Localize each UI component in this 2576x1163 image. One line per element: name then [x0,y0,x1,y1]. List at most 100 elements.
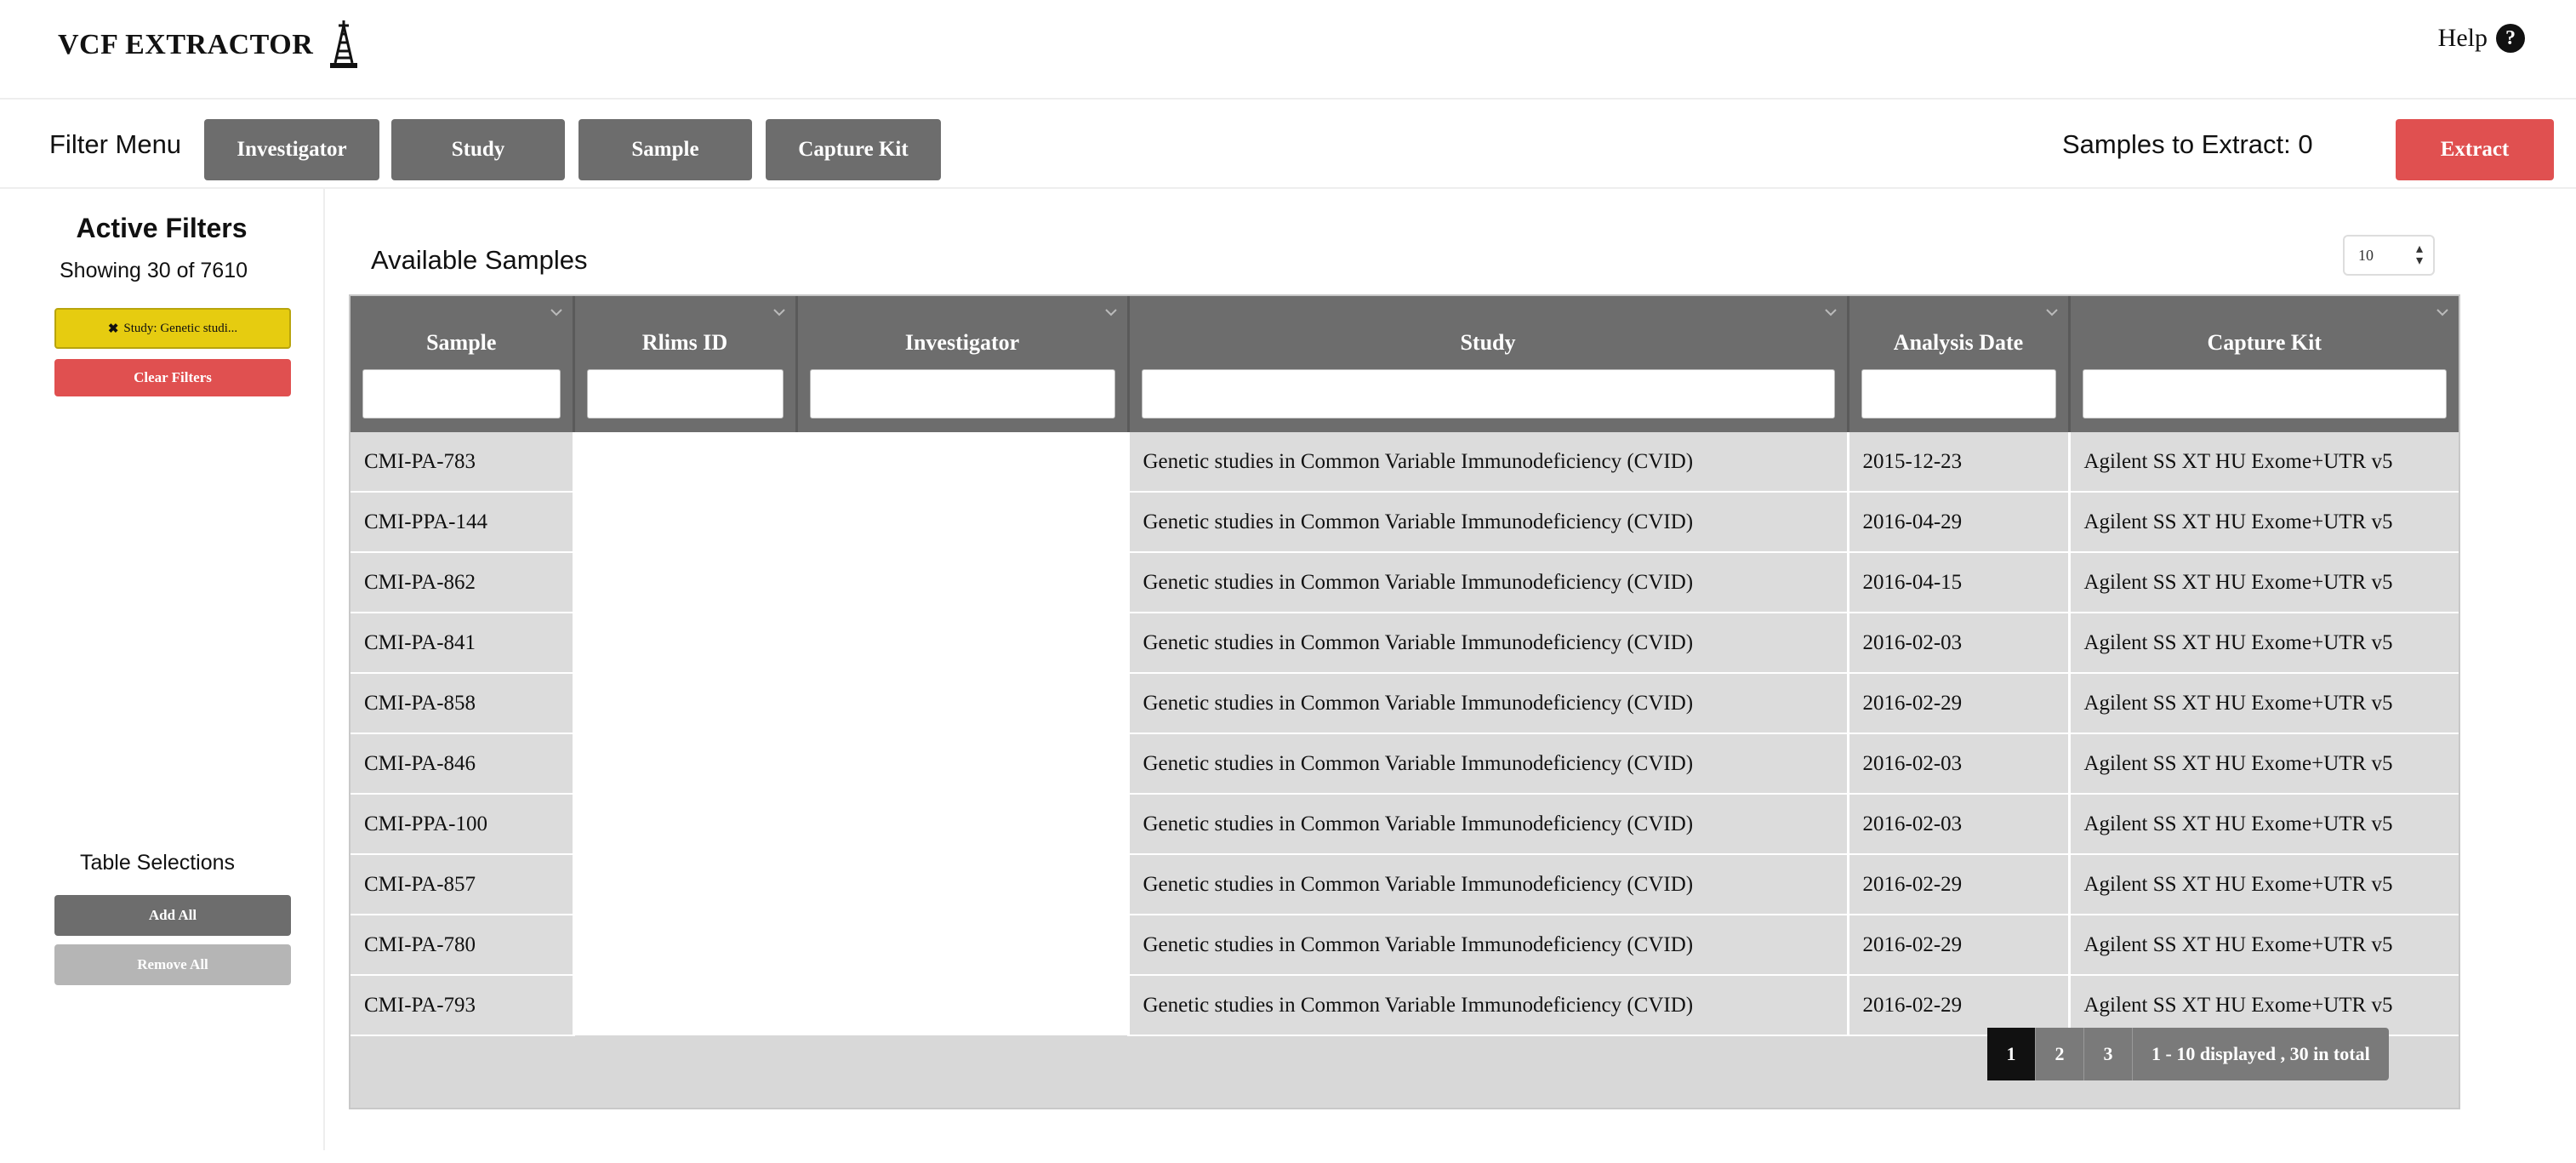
column-rlims-id[interactable]: Rlims ID [573,296,798,432]
cell-study: Genetic studies in Common Variable Immun… [1128,854,1849,915]
help-link[interactable]: Help ? [2438,24,2525,53]
cell-capture-kit: Agilent SS XT HU Exome+UTR v5 [2069,432,2459,493]
clear-filters-button[interactable]: Clear Filters [54,359,291,396]
cell-investigator [796,854,1130,915]
cell-sample: CMI-PA-793 [350,975,575,1036]
column-label: Analysis Date [1893,330,2024,355]
select-arrows-icon: ▴ ▾ [2415,242,2423,268]
column-sample[interactable]: Sample [350,296,575,432]
table-row[interactable]: CMI-PA-841 Genetic studies in Common Var… [350,613,2459,674]
table-row[interactable]: CMI-PA-793 Genetic studies in Common Var… [350,975,2459,1036]
table-row[interactable]: CMI-PA-780 Genetic studies in Common Var… [350,915,2459,976]
column-label: Study [1460,330,1516,355]
capture-kit-filter-input[interactable] [2082,369,2447,419]
available-samples-title: Available Samples [371,245,588,275]
cell-sample: CMI-PA-857 [350,854,575,915]
cell-capture-kit: Agilent SS XT HU Exome+UTR v5 [2069,975,2459,1036]
cell-analysis-date: 2016-02-29 [1848,915,2071,976]
sort-chevron-icon[interactable] [550,306,562,318]
table-row[interactable]: CMI-PPA-144 Genetic studies in Common Va… [350,492,2459,553]
cell-capture-kit: Agilent SS XT HU Exome+UTR v5 [2069,854,2459,915]
table-selections-title: Table Selections [79,851,236,875]
extract-button[interactable]: Extract [2396,119,2554,180]
cell-study: Genetic studies in Common Variable Immun… [1128,552,1849,613]
study-filter-input[interactable] [1141,369,1835,419]
cell-sample: CMI-PPA-100 [350,794,575,855]
cell-capture-kit: Agilent SS XT HU Exome+UTR v5 [2069,673,2459,734]
cell-analysis-date: 2016-04-29 [1848,492,2071,553]
question-circle-icon: ? [2496,24,2525,53]
table-row[interactable]: CMI-PA-862 Genetic studies in Common Var… [350,552,2459,613]
cell-investigator [796,733,1130,794]
pagination: 1 2 3 1 - 10 displayed , 30 in total [1987,1028,2389,1080]
cell-rlims-id [573,613,798,673]
cell-sample: CMI-PA-841 [350,613,575,674]
page-size-select[interactable]: 10 ▴ ▾ [2343,235,2435,276]
remove-all-button[interactable]: Remove All [54,944,291,985]
page-3-button[interactable]: 3 [2084,1028,2133,1080]
cell-rlims-id [573,673,798,733]
cell-capture-kit: Agilent SS XT HU Exome+UTR v5 [2069,733,2459,795]
table-row[interactable]: CMI-PA-858 Genetic studies in Common Var… [350,673,2459,734]
cell-sample: CMI-PA-846 [350,733,575,795]
column-label: Rlims ID [641,330,728,355]
samples-table-container: Sample Rlims ID Investigator Study Analy… [349,294,2460,1109]
sort-chevron-icon[interactable] [2436,306,2448,318]
add-all-button[interactable]: Add All [54,895,291,936]
table-row[interactable]: CMI-PA-783 Genetic studies in Common Var… [350,432,2459,493]
cell-investigator [796,794,1130,854]
cell-investigator [796,975,1130,1035]
cell-capture-kit: Agilent SS XT HU Exome+UTR v5 [2069,915,2459,976]
page-2-button[interactable]: 2 [2036,1028,2084,1080]
cell-study: Genetic studies in Common Variable Immun… [1128,492,1849,553]
oil-rig-icon [330,20,358,68]
column-investigator[interactable]: Investigator [796,296,1130,432]
cell-investigator [796,552,1130,613]
filter-menu-label: Filter Menu [49,129,182,159]
cell-study: Genetic studies in Common Variable Immun… [1128,794,1849,855]
sort-chevron-icon[interactable] [772,306,785,318]
column-study[interactable]: Study [1128,296,1849,432]
filter-capture-kit-button[interactable]: Capture Kit [766,119,941,180]
cell-capture-kit: Agilent SS XT HU Exome+UTR v5 [2069,552,2459,613]
cell-rlims-id [573,552,798,613]
sort-chevron-icon[interactable] [1104,306,1117,318]
cell-rlims-id [573,854,798,915]
page-1-button[interactable]: 1 [1987,1028,2036,1080]
active-filter-chip[interactable]: ✖ Study: Genetic studi... [54,308,291,349]
cell-capture-kit: Agilent SS XT HU Exome+UTR v5 [2069,492,2459,553]
investigator-filter-input[interactable] [809,369,1115,419]
table-row[interactable]: CMI-PA-846 Genetic studies in Common Var… [350,733,2459,795]
cell-rlims-id [573,915,798,975]
cell-analysis-date: 2015-12-23 [1848,432,2071,493]
showing-count: Showing 30 of 7610 [60,259,248,282]
column-label: Capture Kit [2207,330,2322,355]
remove-filter-icon[interactable]: ✖ [108,321,119,337]
active-filters-title: Active Filters [76,213,248,243]
table-row[interactable]: CMI-PPA-100 Genetic studies in Common Va… [350,794,2459,855]
cell-investigator [796,673,1130,733]
sort-chevron-icon[interactable] [1824,306,1837,318]
samples-to-extract-count: Samples to Extract: 0 [2062,129,2313,159]
table-row[interactable]: CMI-PA-857 Genetic studies in Common Var… [350,854,2459,915]
filter-investigator-button[interactable]: Investigator [204,119,379,180]
pagination-info: 1 - 10 displayed , 30 in total [2133,1028,2389,1080]
cell-sample: CMI-PA-862 [350,552,575,613]
sort-chevron-icon[interactable] [2045,306,2058,318]
cell-analysis-date: 2016-02-03 [1848,613,2071,674]
analysis-date-filter-input[interactable] [1861,369,2056,419]
column-analysis-date[interactable]: Analysis Date [1848,296,2071,432]
rlims-id-filter-input[interactable] [586,369,784,419]
app-header: VCF EXTRACTOR Help ? [0,0,2576,100]
sample-filter-input[interactable] [362,369,561,419]
filter-menu-bar: Filter Menu Investigator Study Sample Ca… [0,109,2576,189]
cell-analysis-date: 2016-04-15 [1848,552,2071,613]
table-body: CMI-PA-783 Genetic studies in Common Var… [350,432,2459,1036]
column-label: Sample [426,330,497,355]
filter-sample-button[interactable]: Sample [578,119,752,180]
cell-rlims-id [573,794,798,854]
cell-analysis-date: 2016-02-29 [1848,975,2071,1036]
filter-study-button[interactable]: Study [391,119,565,180]
brand: VCF EXTRACTOR [58,19,361,71]
column-capture-kit[interactable]: Capture Kit [2069,296,2459,432]
